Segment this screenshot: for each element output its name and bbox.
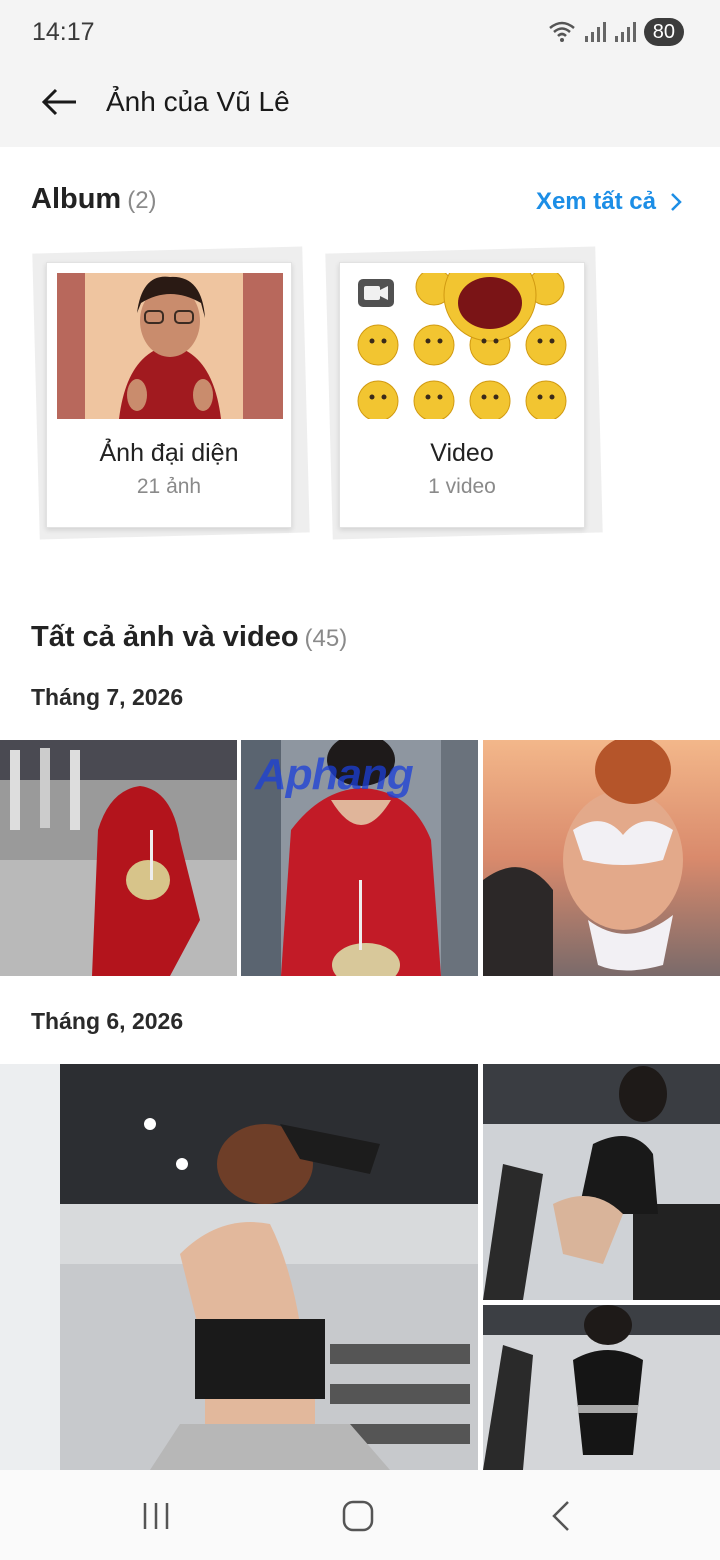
signal-icon [584, 22, 606, 42]
month-header: Tháng 7, 2026 [31, 684, 184, 710]
chevron-left-icon [552, 1501, 569, 1531]
see-all-link[interactable]: Xem tất cả [536, 188, 682, 216]
album-thumbnail [350, 273, 576, 419]
watermark-text: Aphang [255, 750, 414, 799]
home-button[interactable] [328, 1492, 388, 1540]
recent-apps-icon [143, 1503, 169, 1529]
photo-thumbnail[interactable] [483, 740, 720, 976]
chevron-right-icon [671, 193, 682, 211]
album-card-avatar[interactable]: Ảnh đại diện 21 ảnh [46, 262, 292, 528]
system-back-button[interactable] [530, 1492, 590, 1540]
arrow-left-icon [41, 88, 76, 116]
photo-thumbnail[interactable] [0, 740, 237, 976]
back-button[interactable] [40, 84, 80, 120]
album-name: Video [430, 439, 494, 467]
all-media-count: (45) [304, 625, 348, 652]
album-heading-label: Album [31, 183, 122, 215]
photo-thumbnail[interactable] [0, 1064, 478, 1470]
see-all-label: Xem tất cả [535, 188, 656, 215]
status-icons: 80 [548, 18, 684, 46]
photo-thumbnail[interactable] [483, 1064, 720, 1300]
all-media-heading-label: Tất cả ảnh và video [31, 621, 299, 653]
album-card-video[interactable]: Video 1 video [339, 262, 585, 528]
photo-thumbnail[interactable]: Aphang [241, 740, 478, 976]
recent-apps-button[interactable] [126, 1492, 186, 1540]
status-time: 14:17 [32, 18, 95, 46]
home-icon [342, 1500, 374, 1532]
month-header: Tháng 6, 2026 [31, 1008, 184, 1034]
all-media-heading: Tất cả ảnh và video (45) [31, 621, 347, 654]
album-count-label: 1 video [428, 475, 496, 498]
top-bar: 14:17 80 Ảnh của Vũ Lê [0, 0, 720, 147]
system-nav-bar [0, 1470, 720, 1560]
signal-icon-2 [614, 22, 636, 42]
battery-badge: 80 [643, 18, 684, 46]
photo-thumbnail[interactable] [483, 1305, 720, 1470]
album-count: (2) [127, 187, 157, 214]
album-count-label: 21 ảnh [136, 475, 202, 498]
album-heading: Album (2) [31, 183, 157, 216]
page-title: Ảnh của Vũ Lê [106, 86, 290, 117]
album-thumbnail [57, 273, 283, 419]
wifi-icon [548, 21, 575, 42]
album-name: Ảnh đại diện [99, 439, 239, 467]
